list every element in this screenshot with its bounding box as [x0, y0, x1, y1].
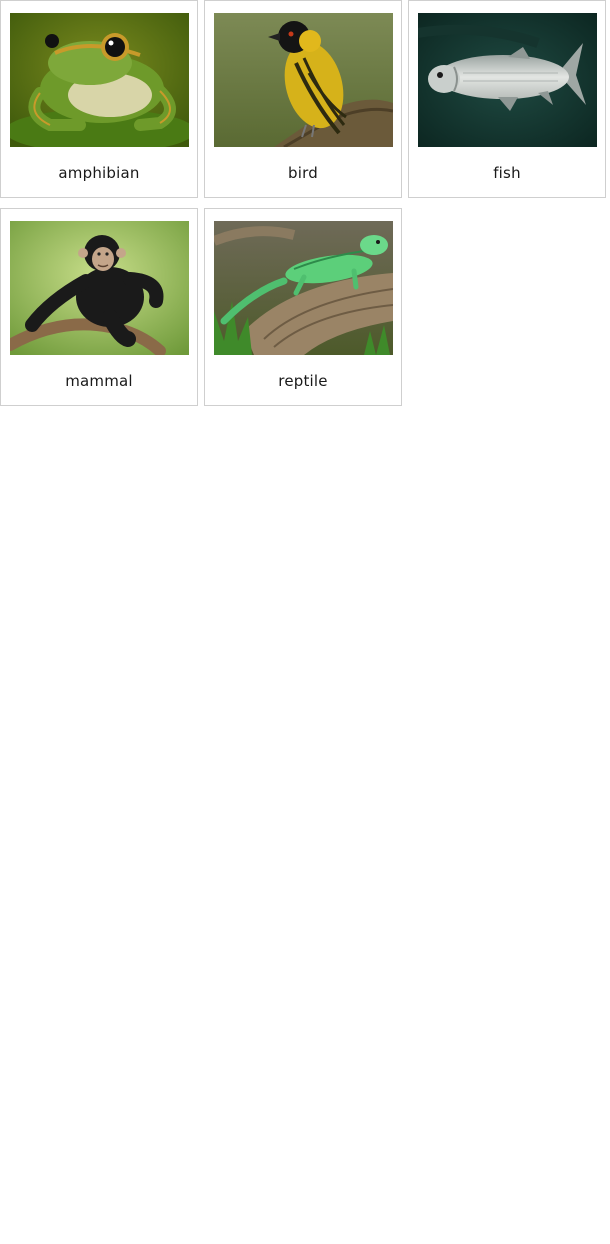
weaver-bird-photo — [214, 13, 393, 147]
card-label-fish: fish — [493, 164, 521, 182]
card-label-bird: bird — [288, 164, 318, 182]
chimpanzee-photo — [10, 221, 189, 355]
card-label-amphibian: amphibian — [58, 164, 140, 182]
card-mammal: mammal — [0, 208, 198, 406]
card-label-mammal: mammal — [65, 372, 133, 390]
card-label-reptile: reptile — [278, 372, 328, 390]
card-fish: fish — [408, 0, 606, 198]
card-amphibian: amphibian — [0, 0, 198, 198]
card-bird: bird — [204, 0, 402, 198]
silver-fish-photo — [418, 13, 597, 147]
card-reptile: reptile — [204, 208, 402, 406]
frog-photo — [10, 13, 189, 147]
green-iguana-photo — [214, 221, 393, 355]
